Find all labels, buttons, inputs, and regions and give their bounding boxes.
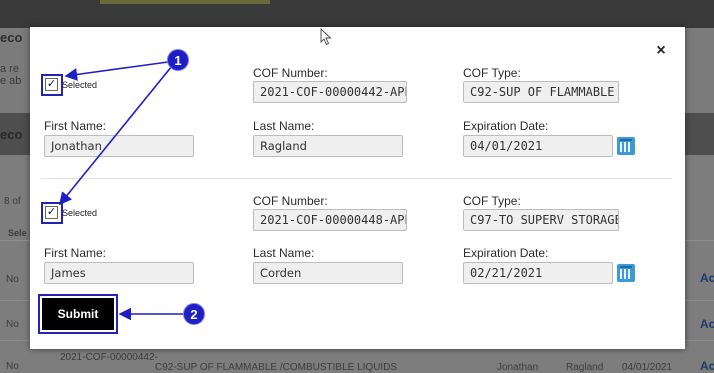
mouse-pointer-icon: [320, 28, 332, 46]
step-badge-1: 1: [167, 49, 189, 71]
arrow-to-record-2-checkbox: [58, 65, 173, 206]
step-badge-2: 2: [183, 303, 205, 325]
arrow-to-record-1-checkbox: [64, 61, 169, 81]
annotation-arrows: [58, 61, 183, 321]
